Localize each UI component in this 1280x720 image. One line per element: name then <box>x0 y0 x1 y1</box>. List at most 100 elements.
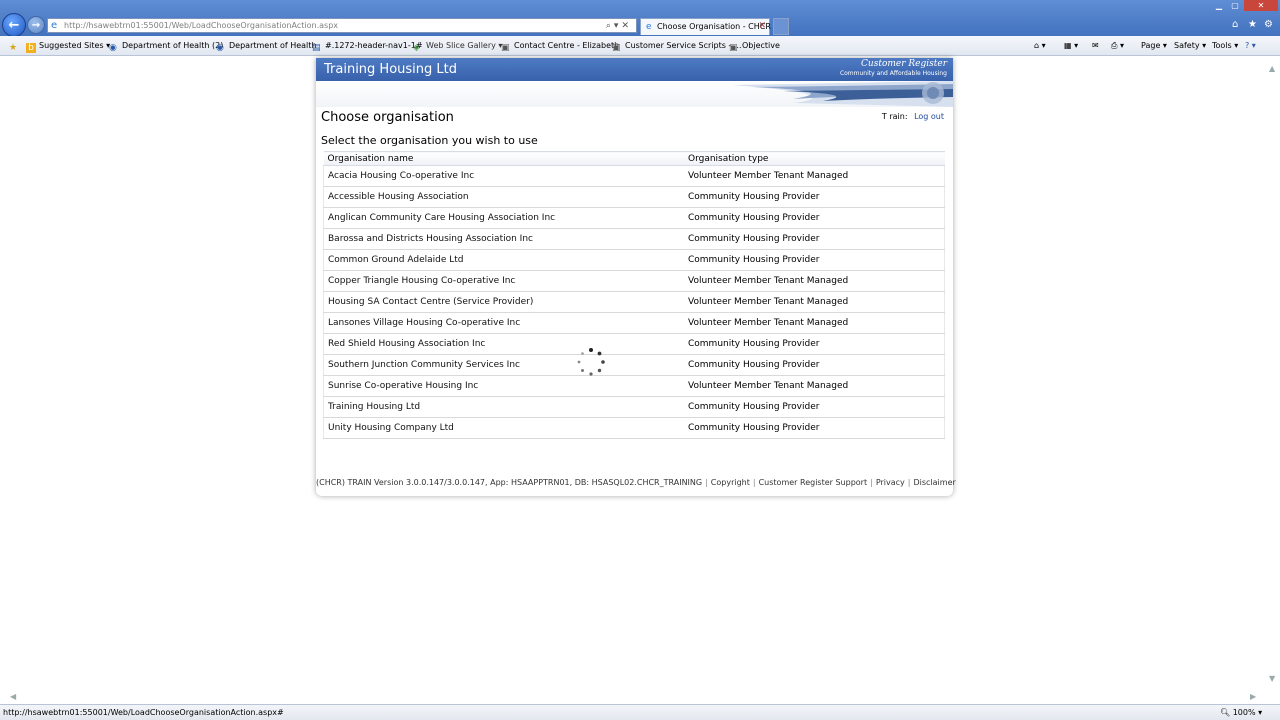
page-footer: (CHCR) TRAIN Version 3.0.0.147/3.0.0.147… <box>316 478 956 487</box>
favorites-item-suggested-sites[interactable]: b Suggested Sites ▾ <box>26 40 110 53</box>
favorites-item-web-slice[interactable]: ◈ Web Slice Gallery ▾ <box>413 40 502 53</box>
gear-icon[interactable]: ⚙ <box>1264 19 1273 30</box>
favorites-star-icon[interactable]: ★ <box>9 40 22 53</box>
favorites-item-doh[interactable]: ◉ Department of Health <box>216 40 316 53</box>
table-row[interactable]: Anglican Community Care Housing Associat… <box>323 207 945 229</box>
table-row[interactable]: Unity Housing Company Ltd Community Housi… <box>323 417 945 439</box>
favorites-item-scripts[interactable]: ▣ Customer Service Scripts - ... <box>612 40 741 53</box>
browser-titlebar: ← → e http://hsawebtrn01:55001/Web/LoadC… <box>0 0 1280 37</box>
forward-button[interactable]: → <box>27 16 45 34</box>
favorites-item-doh2[interactable]: ◉ Department of Health (2) <box>109 40 223 53</box>
favorites-star-icon[interactable]: ★ <box>1248 19 1257 30</box>
feeds-icon[interactable]: ▦ ▾ <box>1064 40 1078 51</box>
scroll-right-icon[interactable]: ▶ <box>1250 692 1256 701</box>
support-link[interactable]: Customer Register Support <box>759 478 868 487</box>
address-controls[interactable]: ⌕▾✕ <box>606 20 632 32</box>
organisation-type: Volunteer Member Tenant Managed <box>684 312 945 334</box>
favorites-item-label: Customer Service Scripts - ... <box>625 41 742 50</box>
organisation-name-link[interactable]: Sunrise Co-operative Housing Inc <box>323 375 684 397</box>
table-row[interactable]: Red Shield Housing Association Inc Commun… <box>323 333 945 355</box>
tab-label: Choose Organisation - CHCR <box>657 22 771 31</box>
organisation-type: Volunteer Member Tenant Managed <box>684 375 945 397</box>
new-tab-button[interactable] <box>773 18 789 35</box>
status-url: http://hsawebtrn01:55001/Web/LoadChooseO… <box>3 708 284 717</box>
page-icon: ▣ <box>612 43 621 53</box>
home-icon[interactable]: ⌂ <box>1232 19 1238 30</box>
safety-menu[interactable]: Safety ▾ <box>1174 40 1206 51</box>
page-icon: ▣ <box>501 43 510 53</box>
back-button[interactable]: ← <box>2 13 26 37</box>
scroll-down-icon[interactable]: ▼ <box>1269 674 1275 683</box>
favorites-item-label: #.1272-header-nav1-1# <box>325 41 423 50</box>
suggested-sites-icon: b <box>26 43 36 53</box>
organisation-type: Community Housing Provider <box>684 417 945 439</box>
disclaimer-link[interactable]: Disclaimer <box>913 478 955 487</box>
arrow-right-icon: → <box>31 19 41 31</box>
organisation-type: Community Housing Provider <box>684 186 945 208</box>
organisation-name-link[interactable]: Common Ground Adelaide Ltd <box>323 249 684 271</box>
table-row[interactable]: Southern Junction Community Services Inc… <box>323 354 945 376</box>
organisation-type: Community Housing Provider <box>684 249 945 271</box>
scroll-left-icon[interactable]: ◀ <box>10 692 16 701</box>
privacy-link[interactable]: Privacy <box>876 478 905 487</box>
scroll-up-icon[interactable]: ▲ <box>1269 64 1275 73</box>
table-header-row: Organisation name Organisation type <box>323 151 945 166</box>
search-icon[interactable]: ⌕ <box>606 21 614 31</box>
globe-icon: ◉ <box>109 43 117 53</box>
table-row[interactable]: Barossa and Districts Housing Associatio… <box>323 228 945 250</box>
organisation-name-link[interactable]: Red Shield Housing Association Inc <box>323 333 684 355</box>
close-tab-icon[interactable]: ✕ <box>758 21 766 31</box>
organisation-name-link[interactable]: Unity Housing Company Ltd <box>323 417 684 439</box>
copyright-link[interactable]: Copyright <box>711 478 750 487</box>
organisation-name-link[interactable]: Housing SA Contact Centre (Service Provi… <box>323 291 684 313</box>
column-header-name[interactable]: Organisation name <box>323 151 684 166</box>
organisation-name-link[interactable]: Southern Junction Community Services Inc <box>323 354 684 376</box>
address-url[interactable]: http://hsawebtrn01:55001/Web/LoadChooseO… <box>64 20 338 32</box>
organisation-name-link[interactable]: Barossa and Districts Housing Associatio… <box>323 228 684 250</box>
table-row[interactable]: Accessible Housing Association Community … <box>323 186 945 208</box>
column-header-type[interactable]: Organisation type <box>684 151 945 166</box>
organisation-name-link[interactable]: Acacia Housing Co-operative Inc <box>323 165 684 187</box>
favorites-item-label: Web Slice Gallery ▾ <box>426 41 503 50</box>
page-icon: ▣ <box>729 43 738 53</box>
favorites-item-contact-centre[interactable]: ▣ Contact Centre - Elizabeth <box>501 40 619 53</box>
print-icon[interactable]: ⎙ ▾ <box>1111 40 1124 51</box>
favorites-item-objective[interactable]: ▣ Objective <box>729 40 780 53</box>
mail-icon[interactable]: ✉ <box>1092 40 1099 51</box>
page-menu[interactable]: Page ▾ <box>1141 40 1167 51</box>
help-icon[interactable]: ? ▾ <box>1245 40 1256 51</box>
maximize-button[interactable]: ▢ <box>1228 0 1242 11</box>
table-row[interactable]: Lansones Village Housing Co-operative In… <box>323 312 945 334</box>
favorites-item-header-nav[interactable]: ▤ #.1272-header-nav1-1# <box>312 40 423 53</box>
home-icon[interactable]: ⌂ ▾ <box>1034 40 1046 51</box>
organisation-type: Community Housing Provider <box>684 228 945 250</box>
tab-choose-organisation[interactable]: e Choose Organisation - CHCR ✕ <box>640 18 771 35</box>
web-slice-icon: ◈ <box>413 43 420 53</box>
table-row[interactable]: Sunrise Co-operative Housing Inc Voluntee… <box>323 375 945 397</box>
organisation-type: Community Housing Provider <box>684 333 945 355</box>
table-row[interactable]: Common Ground Adelaide Ltd Community Hous… <box>323 249 945 271</box>
logout-link[interactable]: Log out <box>914 112 944 121</box>
tools-menu[interactable]: Tools ▾ <box>1212 40 1238 51</box>
table-row[interactable]: Training Housing Ltd Community Housing Pr… <box>323 396 945 418</box>
table-row[interactable]: Housing SA Contact Centre (Service Provi… <box>323 291 945 313</box>
user-area: T rain: Log out <box>882 112 944 122</box>
address-bar[interactable]: e http://hsawebtrn01:55001/Web/LoadChoos… <box>47 18 637 33</box>
organisation-name-link[interactable]: Training Housing Ltd <box>323 396 684 418</box>
organisation-name-link[interactable]: Anglican Community Care Housing Associat… <box>323 207 684 229</box>
minimize-button[interactable]: ▁ <box>1212 0 1226 11</box>
organisation-type: Community Housing Provider <box>684 207 945 229</box>
organisation-type: Volunteer Member Tenant Managed <box>684 165 945 187</box>
stop-icon[interactable]: ✕ <box>621 21 632 31</box>
table-row[interactable]: Copper Triangle Housing Co-operative Inc… <box>323 270 945 292</box>
organisation-name-link[interactable]: Lansones Village Housing Co-operative In… <box>323 312 684 334</box>
organisation-type: Volunteer Member Tenant Managed <box>684 291 945 313</box>
favorites-item-label: Department of Health (2) <box>122 41 224 50</box>
organisation-name-link[interactable]: Accessible Housing Association <box>323 186 684 208</box>
organisation-name-link[interactable]: Copper Triangle Housing Co-operative Inc <box>323 270 684 292</box>
close-window-button[interactable]: ✕ <box>1244 0 1278 11</box>
arrow-left-icon: ← <box>8 17 20 33</box>
zoom-control[interactable]: 🔍︎ 100% ▾ <box>1220 708 1262 718</box>
table-row[interactable]: Acacia Housing Co-operative Inc Volunteer… <box>323 165 945 187</box>
organisation-type: Community Housing Provider <box>684 396 945 418</box>
